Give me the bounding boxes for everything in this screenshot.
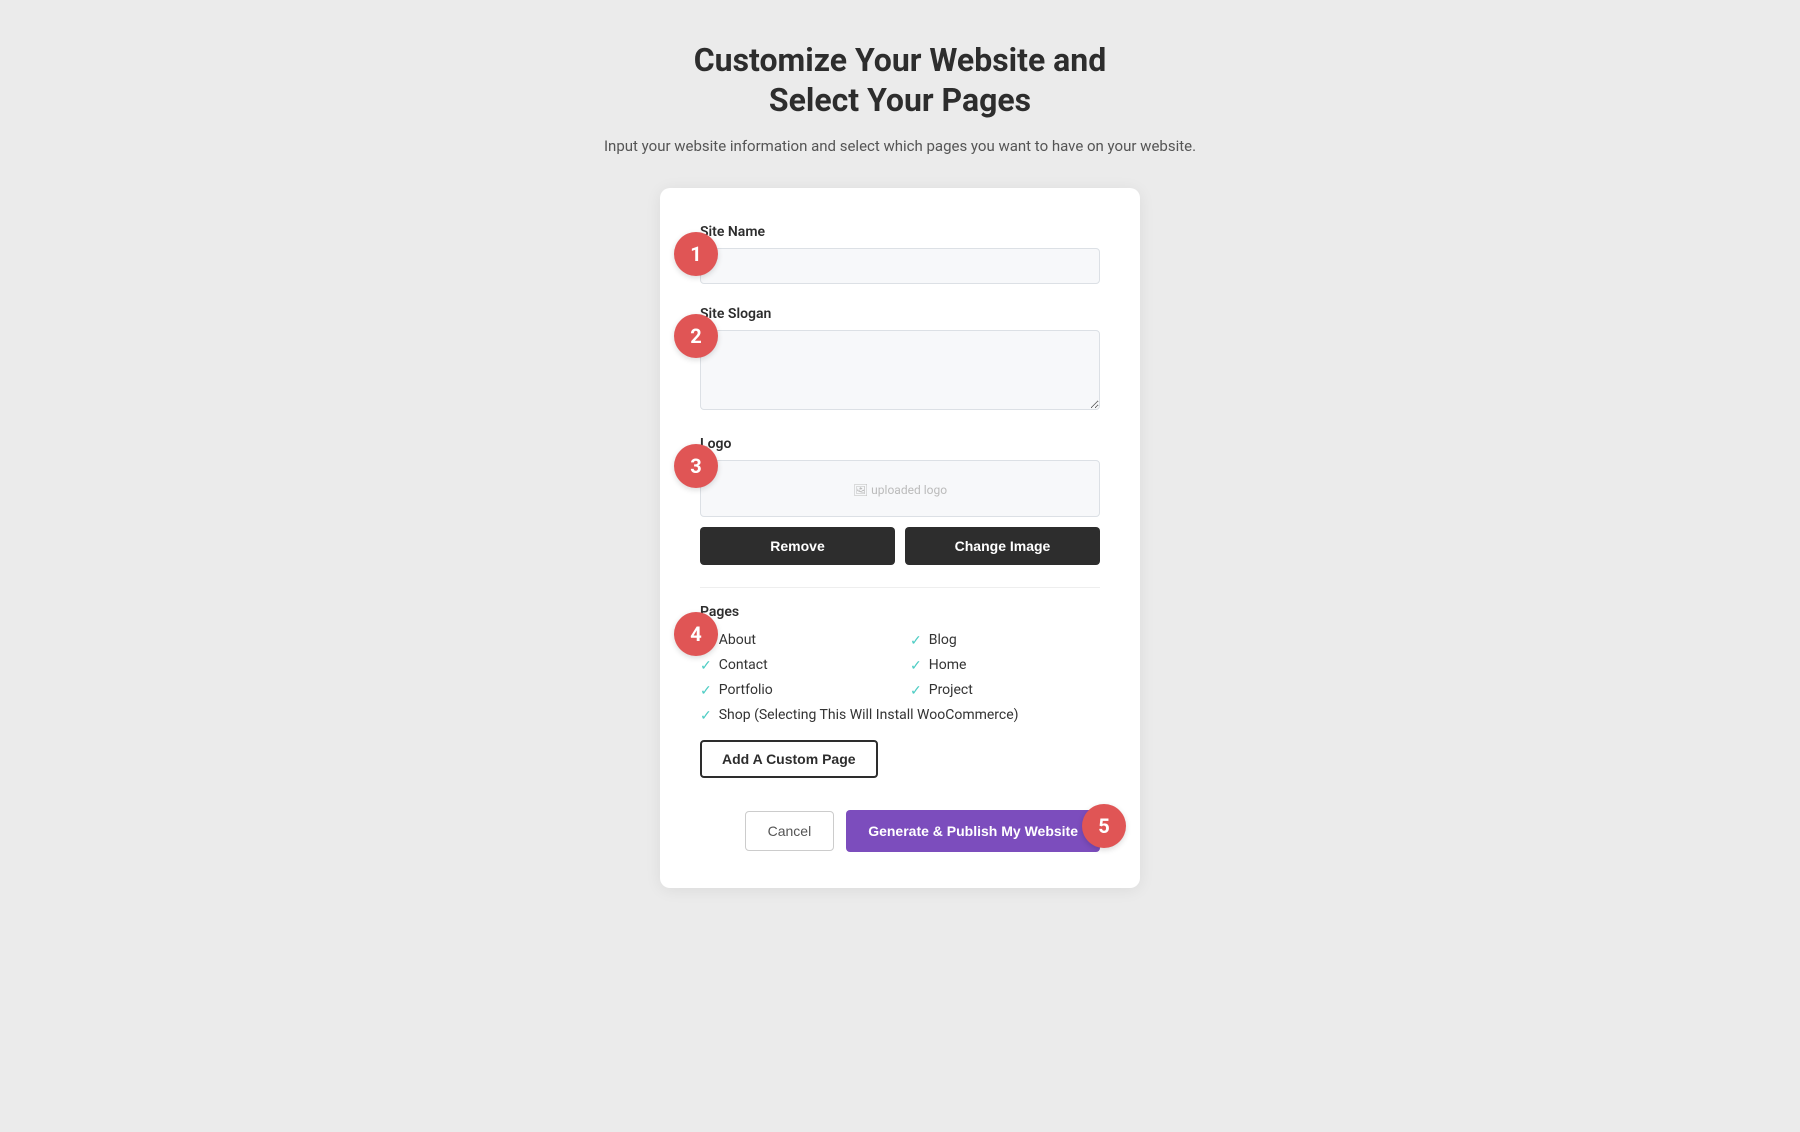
publish-button[interactable]: Generate & Publish My Website	[846, 810, 1100, 852]
page-contact-label: Contact	[719, 657, 768, 673]
page-item-about[interactable]: ✓ About	[700, 632, 890, 649]
page-project-label: Project	[929, 682, 973, 698]
logo-preview-text: 🖼 uploaded logo	[853, 483, 947, 497]
step-5-bubble: 5	[1082, 804, 1126, 848]
step-2-bubble: 2	[674, 314, 718, 358]
logo-preview: 🖼 uploaded logo	[700, 460, 1100, 517]
step-1-bubble: 1	[674, 232, 718, 276]
page-title: Customize Your Website and Select Your P…	[604, 40, 1196, 120]
logo-buttons: Remove Change Image	[700, 527, 1100, 565]
page-about-label: About	[719, 632, 756, 648]
checkmark-contact-icon: ✓	[700, 658, 712, 674]
logo-section: 3 Logo 🖼 uploaded logo Remove Change Ima…	[700, 436, 1100, 565]
page-item-home[interactable]: ✓ Home	[910, 657, 1100, 674]
cancel-button[interactable]: Cancel	[745, 811, 835, 851]
page-subtitle: Input your website information and selec…	[604, 134, 1196, 158]
pages-label: Pages	[700, 604, 1100, 620]
checkmark-project-icon: ✓	[910, 683, 922, 699]
form-footer: Cancel Generate & Publish My Website 5	[700, 800, 1100, 852]
remove-logo-button[interactable]: Remove	[700, 527, 895, 565]
form-card: 1 Site Name 2 Site Slogan 3 Logo 🖼 uploa…	[660, 188, 1140, 888]
page-item-blog[interactable]: ✓ Blog	[910, 632, 1100, 649]
step-3-bubble: 3	[674, 444, 718, 488]
page-item-shop[interactable]: ✓ Shop (Selecting This Will Install WooC…	[700, 707, 1100, 724]
add-custom-page-button[interactable]: Add A Custom Page	[700, 740, 878, 778]
step-4-bubble: 4	[674, 612, 718, 656]
site-slogan-input[interactable]	[700, 330, 1100, 410]
site-name-label: Site Name	[700, 224, 1100, 240]
logo-label: Logo	[700, 436, 1100, 452]
page-item-project[interactable]: ✓ Project	[910, 682, 1100, 699]
site-slogan-section: 2 Site Slogan	[700, 306, 1100, 414]
checkmark-blog-icon: ✓	[910, 633, 922, 649]
change-image-button[interactable]: Change Image	[905, 527, 1100, 565]
pages-grid: ✓ About ✓ Blog ✓ Contact ✓ Home ✓ Po	[700, 632, 1100, 724]
site-name-input[interactable]	[700, 248, 1100, 284]
checkmark-portfolio-icon: ✓	[700, 683, 712, 699]
checkmark-home-icon: ✓	[910, 658, 922, 674]
page-home-label: Home	[929, 657, 967, 673]
site-name-section: 1 Site Name	[700, 224, 1100, 284]
site-slogan-label: Site Slogan	[700, 306, 1100, 322]
divider	[700, 587, 1100, 588]
checkmark-shop-icon: ✓	[700, 708, 712, 724]
page-item-portfolio[interactable]: ✓ Portfolio	[700, 682, 890, 699]
pages-section: 4 Pages ✓ About ✓ Blog ✓ Contact ✓	[700, 604, 1100, 778]
add-custom-page-container: Add A Custom Page	[700, 724, 1100, 778]
page-item-contact[interactable]: ✓ Contact	[700, 657, 890, 674]
page-portfolio-label: Portfolio	[719, 682, 773, 698]
page-blog-label: Blog	[929, 632, 957, 648]
page-shop-label: Shop (Selecting This Will Install WooCom…	[719, 707, 1019, 723]
